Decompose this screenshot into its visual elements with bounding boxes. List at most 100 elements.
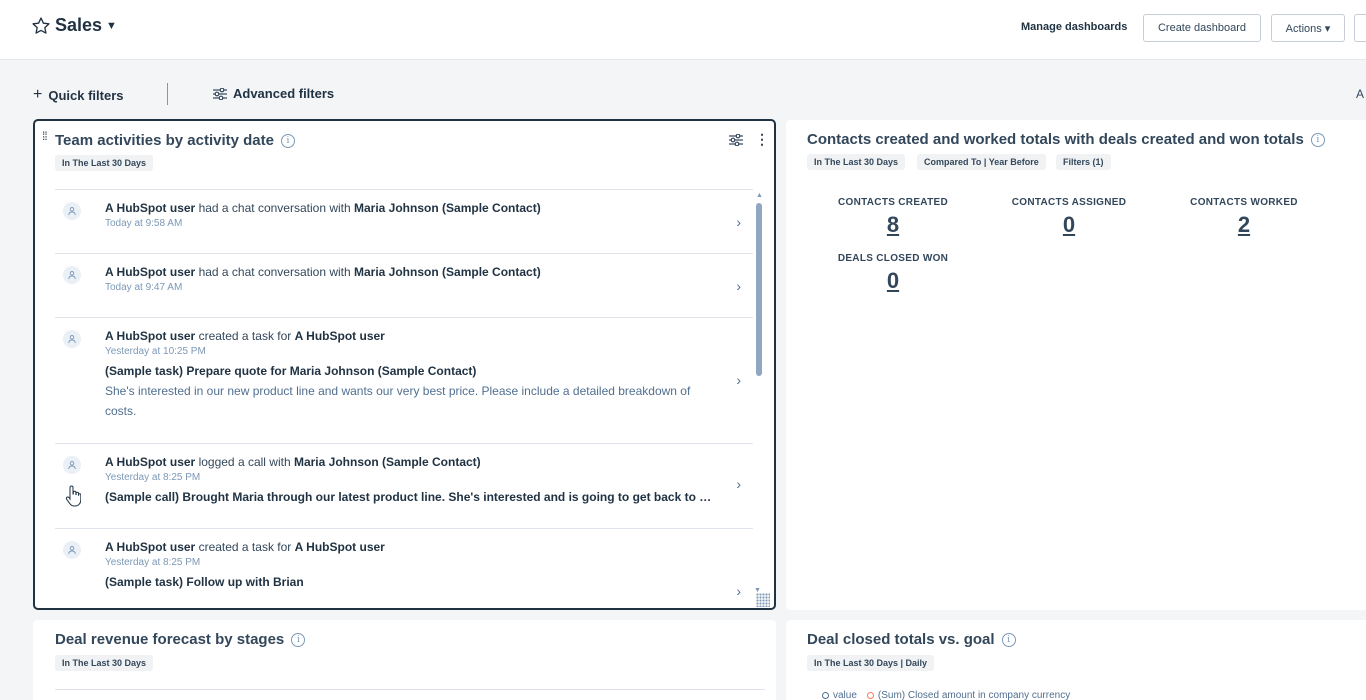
- info-icon[interactable]: i: [1310, 132, 1325, 147]
- activity-target[interactable]: A HubSpot user: [295, 329, 385, 343]
- info-icon[interactable]: i: [1001, 632, 1016, 647]
- stat-contacts-assigned: CONTACTS ASSIGNED 0: [994, 197, 1144, 238]
- stat-label: CONTACTS WORKED: [1190, 197, 1298, 208]
- activity-item[interactable]: A HubSpot user created a task for A HubS…: [55, 317, 753, 443]
- legend-label: value: [833, 690, 857, 700]
- chart-legend: value (Sum) Closed amount in company cur…: [822, 690, 1080, 700]
- star-icon[interactable]: [31, 16, 51, 36]
- contacts-card-title[interactable]: Contacts created and worked totals with …: [807, 131, 1304, 148]
- compare-tag: Compared To | Year Before: [917, 154, 1046, 170]
- card-toolbar: ⋮: [729, 131, 769, 148]
- chevron-right-icon[interactable]: ›: [736, 476, 741, 492]
- card-title: Deal revenue forecast by stages i: [55, 631, 306, 648]
- scroll-up-arrow-icon[interactable]: ▲: [756, 192, 763, 199]
- advanced-filters-button[interactable]: Advanced filters: [213, 86, 334, 101]
- chevron-right-icon[interactable]: ›: [736, 278, 741, 294]
- deal-closed-card: Deal closed totals vs. goal i In The Las…: [786, 620, 1366, 700]
- filter-divider: [167, 83, 168, 105]
- forecast-card-title[interactable]: Deal revenue forecast by stages: [55, 631, 284, 648]
- team-activities-card: ⁞⁞ Team activities by activity date i In…: [33, 119, 776, 610]
- activity-subject[interactable]: (Sample task) Follow up with Brian: [105, 575, 713, 590]
- edge-text: A: [1356, 87, 1365, 101]
- legend-item[interactable]: (Sum) Closed amount in company currency: [866, 690, 1071, 700]
- hand-cursor-icon: [65, 485, 81, 507]
- quick-filters-button[interactable]: + Quick filters: [33, 86, 123, 104]
- activity-item[interactable]: A HubSpot user logged a call with Maria …: [55, 443, 753, 528]
- card-title: Deal closed totals vs. goal i: [807, 631, 1016, 648]
- activity-time: Yesterday at 8:25 PM: [105, 472, 201, 483]
- activity-actor[interactable]: A HubSpot user: [105, 265, 195, 279]
- activity-action: had a chat conversation with: [195, 265, 354, 279]
- scrollbar-thumb[interactable]: [756, 203, 762, 376]
- activity-action: logged a call with: [195, 455, 294, 469]
- info-icon[interactable]: i: [291, 632, 306, 647]
- legend-dot-icon: [822, 692, 829, 699]
- stat-value[interactable]: 2: [1169, 212, 1319, 238]
- card-title: Contacts created and worked totals with …: [807, 131, 1325, 148]
- divider: [55, 689, 765, 690]
- activity-subject[interactable]: (Sample call) Brought Maria through our …: [105, 490, 713, 505]
- date-range-tag: In The Last 30 Days: [807, 154, 906, 170]
- activity-target[interactable]: A HubSpot user: [295, 540, 385, 554]
- activity-target[interactable]: Maria Johnson (Sample Contact): [354, 201, 541, 215]
- activity-time: Yesterday at 8:25 PM: [105, 557, 201, 568]
- activity-action: had a chat conversation with: [195, 201, 354, 215]
- filter-sliders-icon[interactable]: [729, 133, 743, 146]
- activity-item[interactable]: A HubSpot user had a chat conversation w…: [55, 253, 753, 317]
- quick-filters-label: Quick filters: [48, 87, 124, 103]
- actions-button[interactable]: Actions ▾: [1271, 14, 1345, 42]
- legend-label: (Sum) Closed amount in company currency: [877, 690, 1071, 700]
- activity-item[interactable]: A HubSpot user created a task for A HubS…: [55, 528, 753, 608]
- date-range-tag: In The Last 30 Days | Daily: [807, 655, 935, 671]
- closed-card-title[interactable]: Deal closed totals vs. goal: [807, 631, 995, 648]
- info-icon[interactable]: i: [281, 133, 295, 148]
- activity-target[interactable]: Maria Johnson (Sample Contact): [294, 455, 481, 469]
- create-dashboard-button[interactable]: Create dashboard: [1143, 14, 1261, 42]
- legend-item[interactable]: value: [822, 690, 857, 700]
- resize-handle-icon[interactable]: [756, 593, 770, 607]
- user-avatar-icon: [63, 330, 81, 348]
- activity-actor[interactable]: A HubSpot user: [105, 540, 195, 554]
- manage-dashboards-link[interactable]: Manage dashboards: [1021, 21, 1127, 33]
- stat-label: CONTACTS CREATED: [838, 197, 948, 208]
- user-avatar-icon: [63, 202, 81, 220]
- activity-actor[interactable]: A HubSpot user: [105, 201, 195, 215]
- dashboard-header: Sales ▼ Manage dashboards Create dashboa…: [0, 0, 1366, 60]
- card-title: Team activities by activity date i: [55, 132, 295, 149]
- share-button[interactable]: [1354, 14, 1366, 42]
- activity-time: Today at 9:47 AM: [105, 282, 183, 293]
- activity-time: Today at 9:58 AM: [105, 218, 183, 229]
- user-avatar-icon: [63, 541, 81, 559]
- filter-bar: + Quick filters Advanced filters A: [0, 76, 1366, 112]
- stat-value[interactable]: 8: [818, 212, 968, 238]
- activity-actor[interactable]: A HubSpot user: [105, 455, 195, 469]
- legend-dot-icon: [866, 692, 874, 699]
- stat-label: CONTACTS ASSIGNED: [1011, 197, 1127, 208]
- activity-action: created a task for: [195, 540, 295, 554]
- dashboard-title-dropdown[interactable]: Sales ▼: [31, 15, 117, 36]
- chevron-right-icon[interactable]: ›: [736, 372, 741, 388]
- activity-actor[interactable]: A HubSpot user: [105, 329, 195, 343]
- activity-item[interactable]: A HubSpot user had a chat conversation w…: [55, 189, 753, 253]
- activity-action: created a task for: [195, 329, 295, 343]
- dashboard-title: Sales: [55, 15, 103, 35]
- activity-subject[interactable]: (Sample task) Prepare quote for Maria Jo…: [105, 364, 713, 379]
- stat-deals-closed-won: DEALS CLOSED WON 0: [818, 253, 968, 294]
- activity-target[interactable]: Maria Johnson (Sample Contact): [354, 265, 541, 279]
- contacts-totals-card: Contacts created and worked totals with …: [786, 120, 1366, 610]
- stat-contacts-created: CONTACTS CREATED 8: [818, 197, 968, 238]
- stat-contacts-worked: CONTACTS WORKED 2: [1169, 197, 1319, 238]
- date-range-tag: In The Last 30 Days: [55, 155, 154, 171]
- more-options-icon[interactable]: ⋮: [755, 131, 769, 148]
- chevron-right-icon[interactable]: ›: [736, 583, 741, 599]
- date-range-tag: In The Last 30 Days: [55, 655, 154, 671]
- team-activities-title[interactable]: Team activities by activity date: [55, 132, 274, 149]
- stat-value[interactable]: 0: [818, 268, 968, 294]
- deal-forecast-card: Deal revenue forecast by stages i In The…: [33, 620, 776, 700]
- activity-description: She's interested in our new product line…: [105, 384, 691, 418]
- chevron-right-icon[interactable]: ›: [736, 214, 741, 230]
- stat-label: DEALS CLOSED WON: [837, 253, 949, 264]
- stat-value[interactable]: 0: [994, 212, 1144, 238]
- drag-handle-icon[interactable]: ⁞⁞: [42, 130, 48, 142]
- activity-time: Yesterday at 10:25 PM: [105, 346, 206, 357]
